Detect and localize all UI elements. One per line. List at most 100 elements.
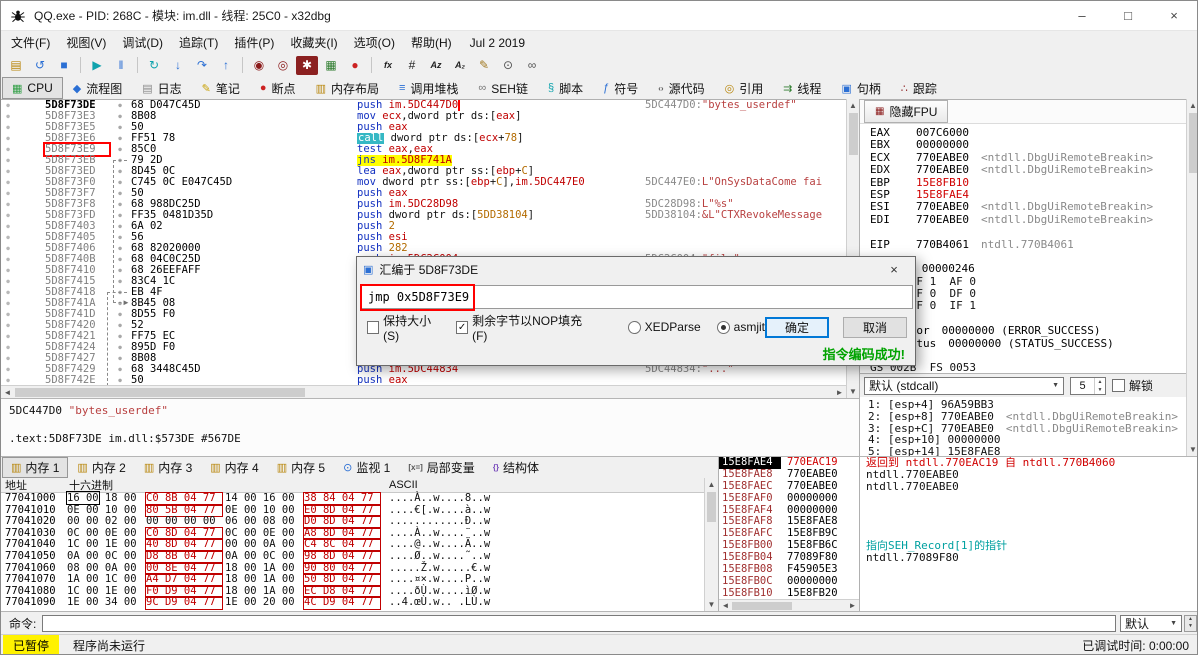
font-a2-icon[interactable]: A₂: [449, 56, 471, 75]
run-icon[interactable]: ▶: [86, 56, 108, 75]
disasm-row[interactable]: ● 5D8F73F8 ● 68 988DC25D push im.5DC28D98 5DC…: [1, 199, 846, 210]
restart-run-icon[interactable]: ↻: [143, 56, 165, 75]
stack-comment[interactable]: [860, 588, 1197, 600]
bottom-tab-memory-chip[interactable]: ▥ 内存 3: [135, 457, 201, 478]
step-into-icon[interactable]: ↓: [167, 56, 189, 75]
pause-icon[interactable]: ‖: [110, 56, 132, 75]
stack-comment[interactable]: [860, 528, 1197, 540]
menu-item-6[interactable]: 选项(O): [346, 31, 403, 54]
register-row[interactable]: EDI 770EABE0 <ntdll.DbgUiRemoteBreakin>: [870, 213, 1186, 226]
stack-row[interactable]: 15E8FAEC 770EABE0: [719, 480, 859, 493]
restart-icon[interactable]: ↺: [29, 56, 51, 75]
stack-comment[interactable]: ntdll.77089F80: [860, 552, 1197, 564]
disasm-hscrollbar[interactable]: ◄ ►: [1, 385, 846, 398]
stack-row[interactable]: 15E8FAF0 00000000: [719, 492, 859, 505]
label-hash-icon[interactable]: #: [401, 56, 423, 75]
register-row[interactable]: EIP 770B4061 ntdll.770B4061: [870, 238, 1186, 251]
close-debuggee-icon[interactable]: ■: [53, 56, 75, 75]
disasm-row[interactable]: ● 5D8F73E5 ● 50 push eax: [1, 122, 846, 133]
tab-call-stack[interactable]: ≡ 调用堆栈: [389, 77, 468, 99]
disasm-row[interactable]: ● 5D8F73E9 ● 85C0 test eax,eax: [1, 142, 846, 157]
tab-flowchart[interactable]: ◆ 流程图: [63, 77, 132, 99]
keep-size-checkbox[interactable]: 保持大小(S): [367, 312, 442, 343]
scroll-left-arrow[interactable]: ◄: [719, 600, 732, 611]
stack-comment[interactable]: 返回到 ntdll.770EAC19 自 ntdll.770B4060: [860, 457, 1197, 469]
stack-comment[interactable]: [860, 516, 1197, 528]
scroll-down-arrow[interactable]: ▼: [1187, 443, 1197, 456]
disasm-row[interactable]: ● 5D8F742E ● 50 push eax: [1, 375, 846, 386]
bottom-tab-watch[interactable]: ⊙ 监视 1: [334, 457, 399, 478]
patch-icon[interactable]: ▦: [320, 56, 342, 75]
ok-button[interactable]: 确定: [765, 316, 829, 338]
dialog-close-button[interactable]: ×: [879, 262, 909, 277]
scroll-left-arrow[interactable]: ◄: [1, 386, 14, 398]
stack-comment[interactable]: [860, 493, 1197, 505]
stack-comment[interactable]: ntdll.770EABE0: [860, 481, 1197, 493]
bottom-tab-locals[interactable]: [x=] 局部变量: [399, 457, 483, 478]
stack-row[interactable]: 15E8FB0C 00000000: [719, 575, 859, 588]
hide-fpu-button[interactable]: ▦ 隐藏FPU: [864, 100, 949, 123]
case-az-icon[interactable]: Az: [425, 56, 447, 75]
unlock-checkbox[interactable]: 解锁: [1112, 377, 1153, 394]
convention-select[interactable]: 默认 (stdcall) ▼: [864, 376, 1064, 395]
stack-comment[interactable]: ntdll.770EABE0: [860, 469, 1197, 481]
stack-row[interactable]: 15E8FAE8 770EABE0: [719, 468, 859, 481]
tab-memory-map[interactable]: ▥ 内存布局: [306, 77, 389, 99]
register-row[interactable]: GS 002B FS 0053: [870, 362, 1186, 373]
menu-item-5[interactable]: 收藏夹(I): [282, 31, 345, 54]
trace-over-icon[interactable]: ◎: [272, 56, 294, 75]
disasm-row[interactable]: ● 5D8F7403 ● 6A 02 push 2: [1, 221, 846, 232]
assemble-instruction-input[interactable]: [361, 285, 913, 309]
memory-vscrollbar[interactable]: ▲ ▼: [704, 478, 718, 611]
register-row[interactable]: EBX 00000000: [870, 138, 1186, 151]
tab-log[interactable]: ▤ 日志: [132, 77, 191, 99]
menu-item-3[interactable]: 追踪(T): [171, 31, 226, 54]
nop-fill-checkbox[interactable]: 剩余字节以NOP填充(F): [455, 312, 588, 343]
bottom-tab-memory-chip[interactable]: ▥ 内存 2: [68, 457, 134, 478]
bottom-tab-memory-chip[interactable]: ▥ 内存 5: [268, 457, 334, 478]
bottom-tab-memory-chip[interactable]: ▥ 内存 4: [201, 457, 267, 478]
disasm-row[interactable]: ● 5D8F73ED ● 8D45 0C lea eax,dword ptr ss:[e…: [1, 166, 846, 177]
step-over-icon[interactable]: ↷: [191, 56, 213, 75]
tab-source-code[interactable]: ‹› 源代码: [648, 77, 714, 99]
scroll-up-arrow[interactable]: ▲: [847, 99, 859, 112]
tab-references[interactable]: ◎ 引用: [715, 77, 774, 99]
scroll-thumb[interactable]: [849, 113, 858, 155]
maximize-button[interactable]: □: [1105, 1, 1151, 30]
disasm-row[interactable]: ● 5D8F73E6 ● FF51 78 call dword ptr ds:[ecx+…: [1, 133, 846, 144]
menu-item-4[interactable]: 插件(P): [226, 31, 282, 54]
run-to-return-icon[interactable]: ↑: [215, 56, 237, 75]
memory-row[interactable]: 77041050 0A 00 0C 00 D8 8B 04 77 0A 00 0C 0…: [1, 550, 704, 564]
register-row[interactable]: LastError00000000 (ERROR_SUCCESS): [870, 324, 1186, 337]
tab-symbols[interactable]: ƒ 符号: [593, 77, 648, 99]
minimize-button[interactable]: –: [1059, 1, 1105, 30]
disasm-row[interactable]: ● 5D8F73DE ● 68 D047C45D push im.5DC447D0 5DC…: [1, 100, 846, 111]
bottom-tab-memory-chip[interactable]: ▥ 内存 1: [2, 457, 69, 478]
memory-row[interactable]: 77041090 1E 00 34 00 9C D9 04 77 1E 00 20 0…: [1, 596, 704, 610]
scroll-down-arrow[interactable]: ▼: [847, 385, 859, 398]
link-icon[interactable]: ∞: [521, 56, 543, 75]
scroll-thumb[interactable]: [732, 602, 792, 610]
search-icon[interactable]: ⊙: [497, 56, 519, 75]
open-file-icon[interactable]: ▤: [5, 56, 27, 75]
tab-notes[interactable]: ✎ 笔记: [192, 77, 250, 99]
menu-item-1[interactable]: 视图(V): [58, 31, 114, 54]
memory-row[interactable]: 77041000 16 00 18 00 C0 8B 04 77 14 00 16 0…: [1, 491, 704, 506]
highlight-fx-icon[interactable]: fx: [377, 56, 399, 75]
close-button[interactable]: ×: [1151, 1, 1197, 30]
command-profile-select[interactable]: 默认 ▼: [1120, 614, 1182, 632]
disasm-row[interactable]: ● 5D8F73F7 ● 50 push eax: [1, 188, 846, 199]
register-row[interactable]: EDX 770EABE0 <ntdll.DbgUiRemoteBreakin>: [870, 163, 1186, 176]
tab-cpu-chip[interactable]: ▦ CPU: [2, 77, 63, 99]
menu-item-0[interactable]: 文件(F): [3, 31, 58, 54]
stack-comment[interactable]: [860, 564, 1197, 576]
stack-hscrollbar[interactable]: ◄ ►: [719, 599, 859, 611]
scroll-down-arrow[interactable]: ▼: [705, 598, 718, 611]
registers-vscrollbar[interactable]: ▲ ▼: [1186, 99, 1197, 456]
disasm-row[interactable]: ● 5D8F73EB ● 79 2D jns im.5D8F741A: [1, 155, 846, 166]
memory-row[interactable]: 77041070 1A 00 1C 00 A4 D7 04 77 18 00 1A 0…: [1, 573, 704, 587]
register-row[interactable]: ESI 770EABE0 <ntdll.DbgUiRemoteBreakin>: [870, 200, 1186, 213]
scroll-up-arrow[interactable]: ▲: [1187, 99, 1197, 112]
settings-gear-icon[interactable]: ✱: [296, 55, 318, 75]
stack-row[interactable]: 15E8FB10 15E8FB20: [719, 587, 859, 600]
